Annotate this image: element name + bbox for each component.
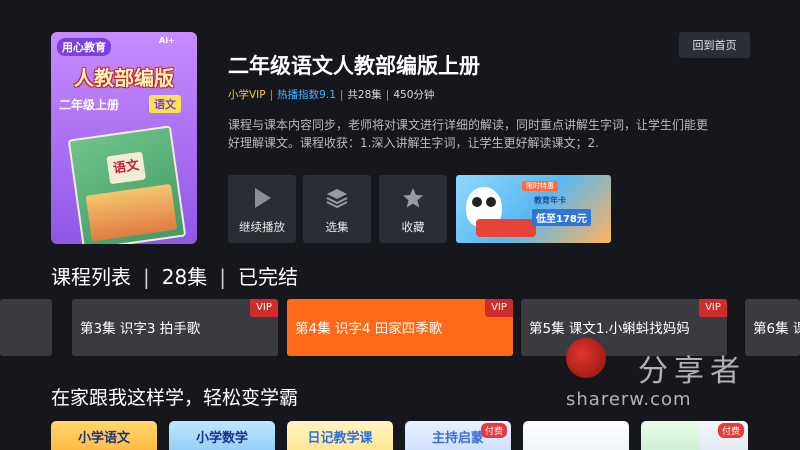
watermark-text: 分享者 xyxy=(638,354,746,389)
select-episode-button[interactable]: 选集 xyxy=(303,175,371,243)
recommend-card[interactable]: 日记教学课 xyxy=(287,421,393,450)
paid-badge: 付费 xyxy=(480,423,507,438)
watermark: 分享者 sharerw.com xyxy=(566,334,766,414)
episode-item-selected[interactable]: 第4集 识字4 田家四季歌 VIP xyxy=(287,299,513,356)
recommend-card-label: 小学语文 xyxy=(77,431,130,446)
meta-separator: | xyxy=(339,88,344,101)
completion-status: 已完结 xyxy=(237,265,298,289)
episode-section-title: 课程列表 | 28集 | 已完结 xyxy=(51,261,298,290)
recommend-card-label: 日记教学课 xyxy=(307,431,373,446)
cover-grade: 二年级上册 xyxy=(59,98,120,112)
episode-item[interactable]: 第3集 识字3 拍手歌 VIP xyxy=(72,299,278,356)
course-meta: 小学VIP | 热播指数9.1 | 共28集 | 450分钟 xyxy=(228,87,434,102)
spider-logo-icon xyxy=(566,338,606,378)
paid-badge: 付费 xyxy=(717,423,744,438)
episode-item[interactable] xyxy=(0,299,52,356)
vip-badge: VIP xyxy=(699,299,727,317)
textbook-illustration: 语文 xyxy=(67,125,187,244)
cover-brand-badge: AI+ xyxy=(159,36,175,45)
cover-subject: 语文 xyxy=(149,95,181,113)
vip-badge: VIP xyxy=(485,299,513,317)
title-separator: | xyxy=(143,265,150,289)
home-button[interactable]: 回到首页 xyxy=(679,32,750,58)
course-title: 二年级语文人教部编版上册 xyxy=(228,54,480,78)
layers-icon xyxy=(303,185,371,211)
cover-title: 人教部编版 xyxy=(74,66,174,90)
recommend-card[interactable]: 付费 xyxy=(700,421,748,450)
course-description: 课程与课本内容同步，老师将对课文进行详细的解读，同时重点讲解生字词，让学生们能更… xyxy=(228,118,709,150)
recommend-card[interactable]: 主持启蒙 付费 xyxy=(405,421,511,450)
vip-label: 小学VIP xyxy=(228,89,266,101)
favorite-label: 收藏 xyxy=(401,220,425,234)
recommend-card[interactable] xyxy=(523,421,629,450)
promo-price: 低至178元 xyxy=(532,209,591,226)
promo-card-label: 教育年卡 xyxy=(534,196,566,205)
hot-index: 热播指数9.1 xyxy=(277,89,336,101)
promo-banner[interactable]: 限时特惠 教育年卡 低至178元 xyxy=(456,175,611,243)
duration: 450分钟 xyxy=(393,89,435,101)
episode-list-label: 课程列表 xyxy=(51,265,131,289)
favorite-button[interactable]: 收藏 xyxy=(379,175,447,243)
meta-separator: | xyxy=(269,88,274,101)
recommend-card-label: 小学数学 xyxy=(195,431,248,446)
recommend-card[interactable]: 小学数学 xyxy=(169,421,275,450)
vip-badge: VIP xyxy=(250,299,278,317)
recommend-card[interactable]: 小学语文 xyxy=(51,421,157,450)
title-separator: | xyxy=(219,265,226,289)
textbook-art xyxy=(85,183,178,242)
episode-count: 共28集 xyxy=(347,89,382,101)
episode-label: 第4集 识字4 田家四季歌 xyxy=(295,321,443,337)
watermark-url: sharerw.com xyxy=(566,389,692,410)
continue-play-button[interactable]: 继续播放 xyxy=(228,175,296,243)
promo-tag: 限时特惠 xyxy=(522,181,558,191)
cover-brand: 用心教育 xyxy=(57,38,111,56)
course-cover: 用心教育 AI+ 人教部编版 二年级上册 语文 语文 xyxy=(51,32,197,244)
textbook-label: 语文 xyxy=(106,151,146,185)
episode-total: 28集 xyxy=(161,265,208,289)
meta-separator: | xyxy=(385,88,390,101)
continue-play-label: 继续播放 xyxy=(239,220,285,234)
play-icon xyxy=(228,185,296,211)
episode-label: 第3集 识字3 拍手歌 xyxy=(80,321,201,337)
star-icon xyxy=(379,185,447,211)
select-episode-label: 选集 xyxy=(325,220,349,234)
train-illustration xyxy=(476,219,536,237)
recommend-section-title: 在家跟我这样学，轻松变学霸 xyxy=(51,387,299,409)
